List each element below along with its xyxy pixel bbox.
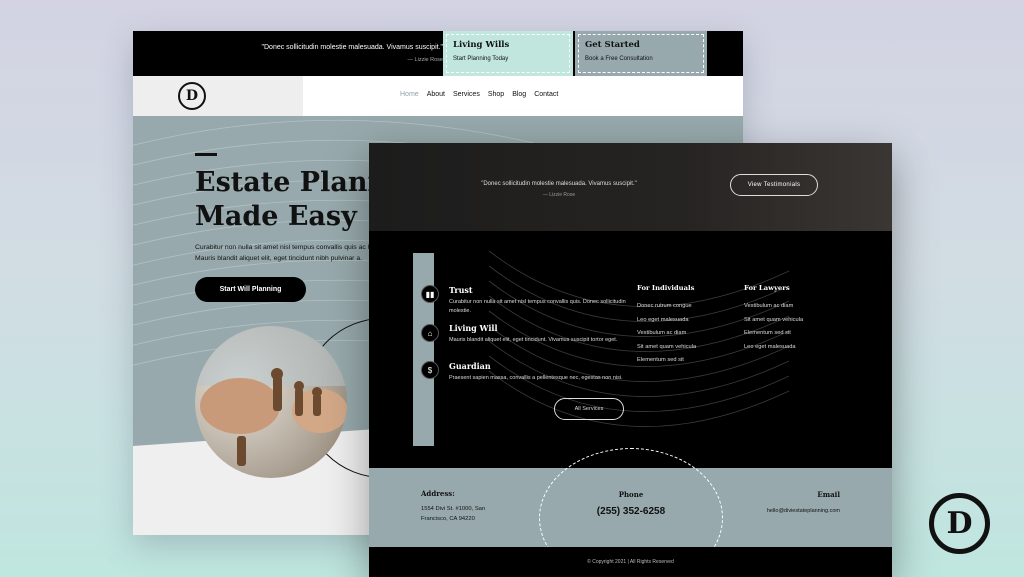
phone-block: Phone (255) 352-6258	[581, 490, 681, 517]
nav-item-home[interactable]: Home	[400, 91, 419, 98]
front-page-preview: "Donec sollicitudin molestie malesuada. …	[369, 143, 892, 577]
service-desc: Mauris blandit aliquet elit, eget tincid…	[449, 337, 618, 343]
promo-subtitle: Start Planning Today	[453, 56, 509, 62]
email-value[interactable]: hello@diviestateplanning.com	[739, 506, 840, 516]
address-value: 1554 Divi St. #1000, San Francisco, CA 9…	[421, 504, 485, 524]
chess-photo	[195, 326, 347, 478]
service-guardian: Guardian Praesent sapien massa, convalli…	[449, 361, 629, 383]
promo-living-wills[interactable]: Living Wills Start Planning Today	[443, 31, 573, 76]
phone-value[interactable]: (255) 352-6258	[581, 507, 681, 517]
list-item[interactable]: Leo eget malesuada	[637, 314, 696, 328]
service-living-will: Living Will Mauris blandit aliquet elit,…	[449, 323, 629, 345]
testimonial-band: "Donec sollicitudin molestie malesuada. …	[369, 143, 892, 231]
main-nav: D Home About Services Shop Blog Contact	[133, 76, 743, 116]
for-individuals-list: For Individuals Donec rutrum congue Leo …	[637, 284, 696, 368]
view-testimonials-button[interactable]: View Testimonials	[730, 174, 818, 196]
start-will-planning-button[interactable]: Start Will Planning	[195, 277, 306, 302]
service-trust: Trust Curabitur non nulla sit amet nisl …	[449, 285, 629, 316]
nav-menu: Home About Services Shop Blog Contact	[400, 91, 558, 98]
list-item[interactable]: Donec rutrum congue	[637, 300, 696, 314]
services-wave-lines	[488, 250, 790, 427]
testimonial-quote: "Donec sollicitudin molestie malesuada. …	[369, 179, 749, 201]
nav-item-blog[interactable]: Blog	[512, 91, 526, 98]
promo-title: Living Wills	[453, 40, 510, 50]
divi-brand-logo: D	[929, 493, 990, 554]
nav-item-about[interactable]: About	[427, 91, 445, 98]
service-title: Living Will	[449, 323, 498, 333]
phone-label: Phone	[618, 490, 644, 499]
top-bar: "Donec sollicitudin molestie malesuada. …	[133, 31, 743, 76]
for-lawyers-list: For Lawyers Vestibulum ac diam Sit amet …	[744, 284, 803, 354]
chess-pieces-image	[195, 326, 347, 466]
services-sidebar	[413, 253, 434, 446]
service-title: Guardian	[449, 361, 491, 371]
promo-get-started[interactable]: Get Started Book a Free Consultation	[575, 31, 707, 76]
all-services-button[interactable]: All Services	[554, 398, 624, 420]
list-item[interactable]: Vestibulum ac diam	[637, 327, 696, 341]
list-heading: For Individuals	[637, 284, 695, 292]
list-item[interactable]: Sit amet quam vehicula	[744, 314, 803, 328]
copyright-footer: © Copyright 2021 | All Rights Reserved	[369, 547, 892, 577]
nav-item-shop[interactable]: Shop	[488, 91, 504, 98]
moneybag-icon: $	[421, 361, 439, 379]
address-line2: Francisco, CA 94220	[421, 516, 475, 522]
service-desc: Curabitur non nulla sit amet nisl tempus…	[449, 299, 626, 314]
list-item[interactable]: Sit amet quam vehicula	[637, 341, 696, 355]
topbar-quote-text: "Donec sollicitudin molestie malesuada. …	[261, 44, 443, 51]
email-block: Email hello@diviestateplanning.com	[739, 490, 840, 516]
service-desc: Praesent sapien massa, convallis a pelle…	[449, 375, 623, 381]
service-title: Trust	[449, 285, 473, 295]
address-line1: 1554 Divi St. #1000, San	[421, 506, 486, 512]
house-icon: ⌂	[421, 324, 439, 342]
address-block: Address: 1554 Divi St. #1000, San Franci…	[421, 489, 485, 524]
nav-logo-area	[133, 76, 303, 116]
hero-dash	[195, 153, 217, 156]
list-heading: For Lawyers	[744, 284, 790, 292]
testimonial-quote-author: — Lizzie Rose	[542, 192, 576, 198]
email-label: Email	[817, 490, 840, 499]
hero-paragraph: Curabitur non nulla sit amet nisl tempus…	[195, 244, 388, 262]
list-item[interactable]: Leo eget malesuada	[744, 341, 803, 355]
testimonial-quote-text: "Donec sollicitudin molestie malesuada. …	[481, 181, 637, 187]
nav-item-services[interactable]: Services	[453, 91, 480, 98]
trust-icon: ▮▮	[421, 285, 439, 303]
promo-title: Get Started	[585, 40, 640, 50]
list-item[interactable]: Elementum sed sit	[637, 354, 696, 368]
contact-bar: Address: 1554 Divi St. #1000, San Franci…	[369, 448, 892, 577]
topbar-quote: "Donec sollicitudin molestie malesuada. …	[203, 42, 443, 66]
topbar-quote-author: — Lizzie Rose	[407, 57, 443, 63]
address-label: Address:	[421, 489, 455, 498]
nav-item-contact[interactable]: Contact	[534, 91, 558, 98]
site-logo[interactable]: D	[178, 82, 206, 110]
list-item[interactable]: Elementum sed sit	[744, 327, 803, 341]
list-item[interactable]: Vestibulum ac diam	[744, 300, 803, 314]
promo-subtitle: Book a Free Consultation	[585, 56, 653, 62]
